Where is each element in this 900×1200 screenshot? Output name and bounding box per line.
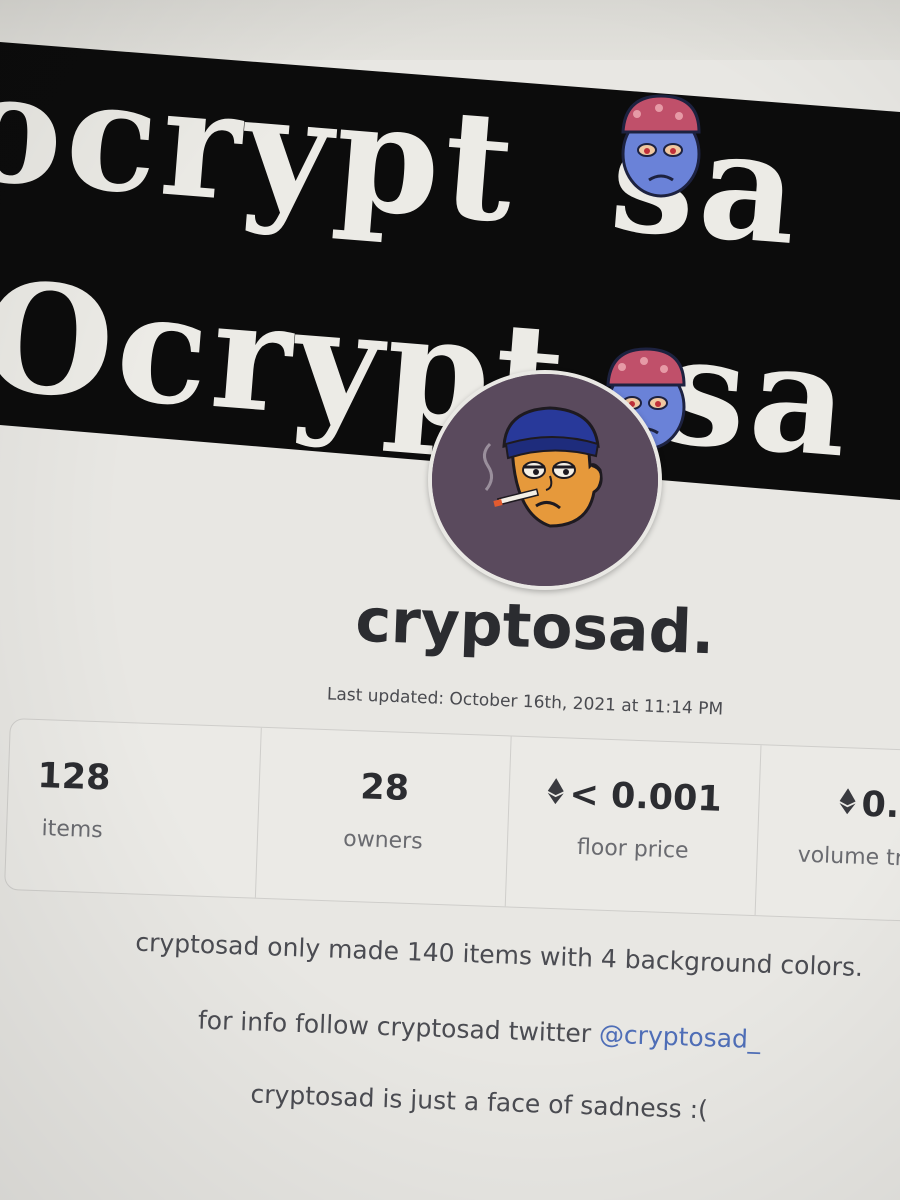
ethereum-icon: [547, 778, 564, 805]
smoking-face-icon: [432, 374, 658, 586]
stats-bar: 128 items 28 owners < 0.001 floor price …: [3, 718, 900, 924]
stat-items[interactable]: 128 items: [5, 719, 261, 898]
stat-label: owners: [342, 826, 424, 855]
stat-label: floor price: [576, 834, 689, 864]
collection-avatar[interactable]: [428, 370, 662, 590]
description-line-1: cryptosad only made 140 items with 4 bac…: [134, 927, 864, 983]
stat-label: volume tr: [797, 842, 900, 872]
stat-value: 128: [36, 756, 112, 799]
ethereum-icon: [839, 788, 856, 815]
sad-face-icon: [615, 92, 707, 200]
stat-value: 28: [359, 767, 410, 809]
stat-value-row: < 0.001: [509, 772, 760, 821]
last-updated-text: Last updated: October 16th, 2021 at 11:1…: [326, 684, 724, 720]
stat-volume-traded[interactable]: 0. volume tr: [754, 745, 900, 924]
stat-value: 0.: [860, 784, 900, 827]
stat-owners[interactable]: 28 owners: [254, 727, 512, 907]
banner-text-line-2: Ocrypt sa: [0, 248, 859, 492]
description-line-3: cryptosad is just a face of sadness :(: [250, 1079, 709, 1125]
twitter-link[interactable]: @cryptosad_: [598, 1020, 760, 1055]
stat-label: items: [41, 816, 104, 844]
description-text: for info follow cryptosad twitter: [197, 1005, 600, 1049]
collection-page: ocrypt sa Ocrypt sa cryptosad. Last upda…: [0, 0, 900, 1200]
description-line-2: for info follow cryptosad twitter @crypt…: [39, 1000, 900, 1060]
screen-edge: [0, 0, 900, 60]
stat-value-row: 0.: [759, 781, 900, 830]
stat-floor-price[interactable]: < 0.001 floor price: [504, 736, 762, 916]
stat-value: < 0.001: [568, 774, 723, 820]
collection-title: cryptosad.: [354, 585, 716, 669]
